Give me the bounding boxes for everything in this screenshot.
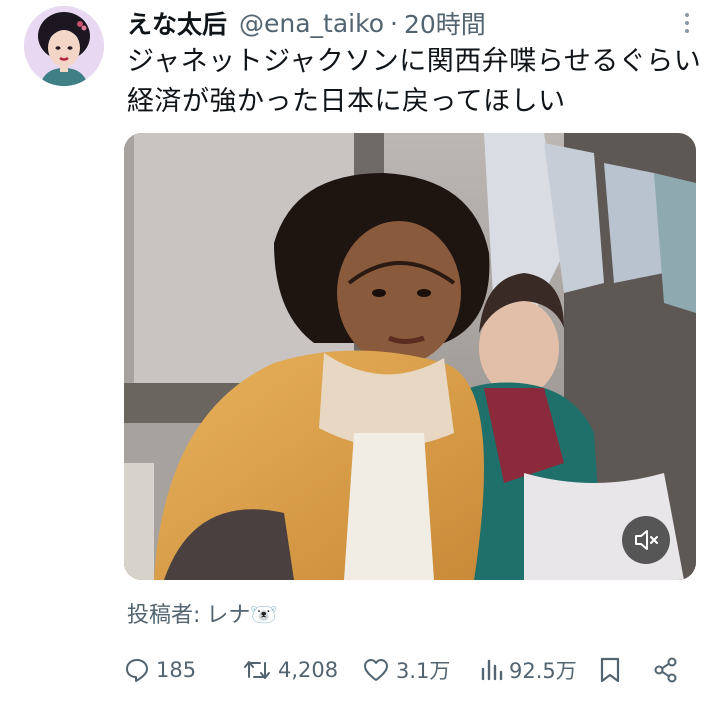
heart-icon: [362, 657, 390, 683]
media-credit: 投稿者: レナ🐻‍❄️: [127, 597, 278, 629]
retweet-icon: [242, 657, 272, 683]
tweet-text: ジャネットジャクソンに関西弁喋らせるぐらい経済が強かった日本に戻ってほしい: [127, 46, 702, 117]
like-count: 3.1万: [396, 659, 451, 683]
tweet-header: えな太后 @ena_taiko · 20時間: [127, 6, 700, 40]
bookmark-icon: [598, 656, 622, 684]
views-button[interactable]: 92.5万: [479, 650, 577, 690]
views-count: 92.5万: [509, 659, 577, 683]
reply-button[interactable]: 185: [124, 650, 196, 690]
timestamp[interactable]: 20時間: [404, 5, 486, 41]
action-bar: 185 4,208 3.1万 92.5万: [124, 650, 690, 690]
credit-label: 投稿者:: [127, 603, 201, 628]
credit-name[interactable]: レナ🐻‍❄️: [206, 603, 277, 628]
like-button[interactable]: 3.1万: [362, 650, 450, 690]
avatar[interactable]: [24, 6, 104, 86]
share-button[interactable]: [652, 650, 680, 690]
reply-count: 185: [156, 658, 197, 682]
speaker-muted-icon[interactable]: [622, 516, 670, 564]
share-icon: [652, 656, 680, 684]
reply-bubble-icon: [124, 657, 150, 683]
user-handle[interactable]: @ena_taiko: [239, 9, 384, 38]
retweet-count: 4,208: [278, 658, 339, 682]
bookmark-button[interactable]: [598, 650, 622, 690]
video-player[interactable]: [124, 133, 696, 580]
more-vertical-icon[interactable]: [674, 8, 700, 38]
video-frame: [124, 133, 696, 580]
bar-chart-icon: [479, 657, 503, 683]
retweet-button[interactable]: 4,208: [242, 650, 338, 690]
separator-dot: ·: [390, 8, 398, 38]
display-name[interactable]: えな太后: [127, 5, 227, 41]
